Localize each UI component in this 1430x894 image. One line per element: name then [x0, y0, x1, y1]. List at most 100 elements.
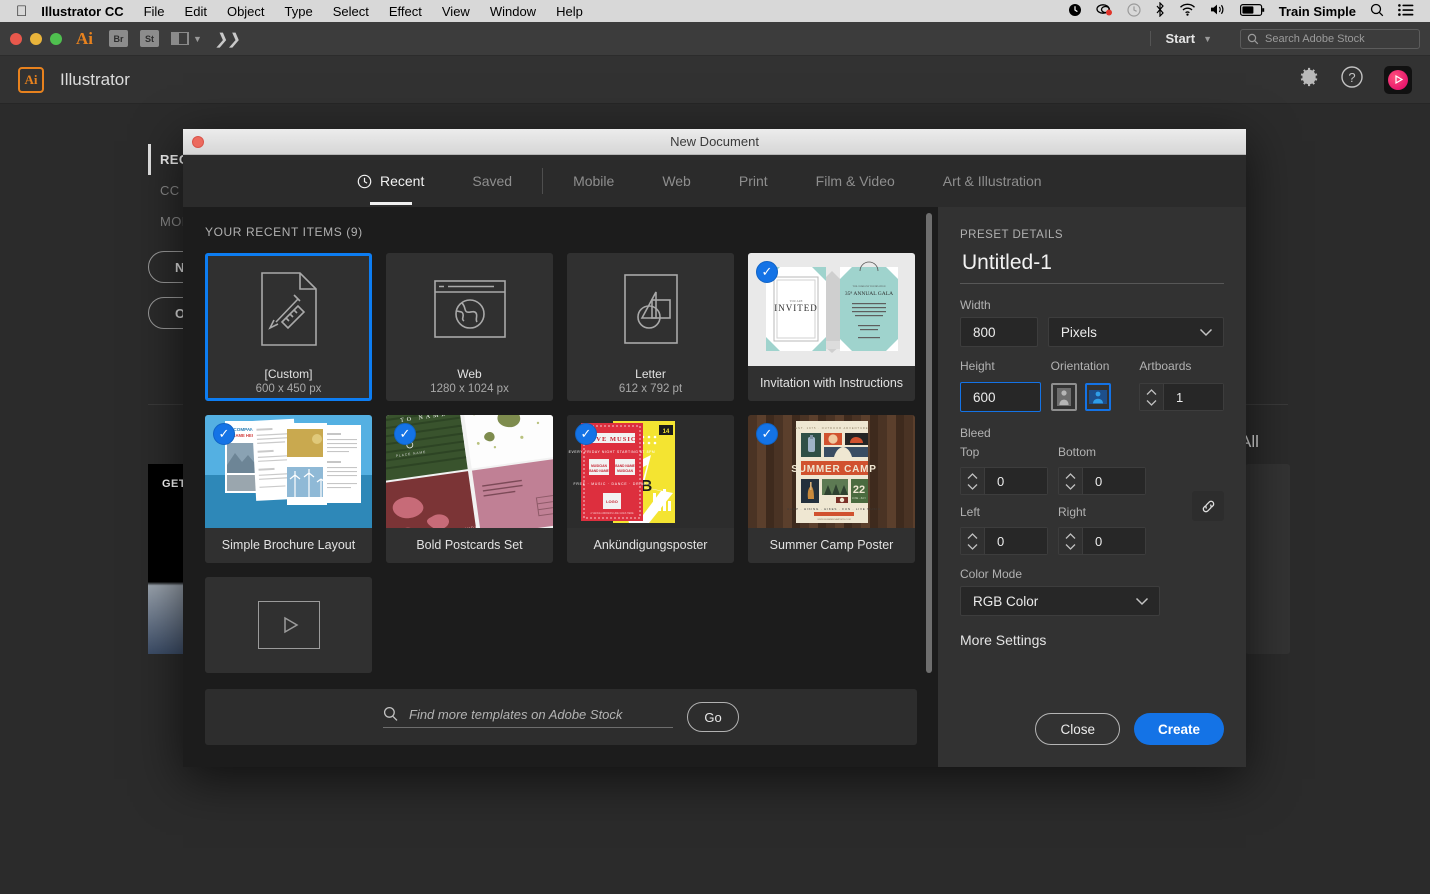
bleed-right-stepper[interactable]: 0: [1058, 527, 1146, 555]
stock-search-go-button[interactable]: Go: [687, 702, 739, 732]
artboards-label: Artboards: [1139, 359, 1224, 373]
menubar-app-name[interactable]: Illustrator CC: [41, 4, 123, 19]
menu-view[interactable]: View: [442, 4, 470, 19]
tab-mobile[interactable]: Mobile: [549, 155, 638, 207]
volume-icon[interactable]: [1210, 3, 1226, 19]
template-card-posters[interactable]: ✓ E IMB: [567, 415, 734, 563]
illustrator-logo-icon: Ai: [18, 67, 44, 93]
menu-select[interactable]: Select: [333, 4, 369, 19]
background-card-right[interactable]: [1245, 464, 1290, 654]
template-card-postcards[interactable]: ✓ TO NAME PLACE NAME: [386, 415, 553, 563]
stepper-arrows-icon[interactable]: [1058, 467, 1082, 495]
menu-object[interactable]: Object: [227, 4, 265, 19]
bleed-bottom-value[interactable]: 0: [1082, 467, 1146, 495]
preset-card-web[interactable]: Web 1280 x 1024 px: [386, 253, 553, 401]
bleed-group: Top Bottom 0: [960, 445, 1224, 567]
template-checked-icon: ✓: [394, 423, 416, 445]
minimize-window-button[interactable]: [30, 33, 42, 45]
bluetooth-icon[interactable]: [1155, 2, 1165, 20]
svg-text:SUMMER CAMP: SUMMER CAMP: [791, 464, 876, 475]
svg-text:A VENUE ADDRESS LINE GOES HERE: A VENUE ADDRESS LINE GOES HERE: [590, 512, 634, 515]
menu-effect[interactable]: Effect: [389, 4, 422, 19]
arrange-documents-icon[interactable]: ▼: [171, 32, 202, 45]
window-traffic-lights[interactable]: [10, 33, 62, 45]
template-card-invitation[interactable]: ✓ INVITED YOU ARE: [748, 253, 915, 401]
workspace-switcher-button[interactable]: Start ▼: [1150, 31, 1226, 46]
macos-menu-bar:  Illustrator CC File Edit Object Type S…: [0, 0, 1430, 22]
recent-items-panel: YOUR RECENT ITEMS (9): [183, 207, 938, 767]
tab-print[interactable]: Print: [715, 155, 792, 207]
preset-card-letter[interactable]: Letter 612 x 792 pt: [567, 253, 734, 401]
adobe-stock-search[interactable]: Search Adobe Stock: [1240, 29, 1420, 49]
menubar-user-name[interactable]: Train Simple: [1279, 4, 1356, 19]
svg-text:FREE · MUSIC · DANCE · DRINKS: FREE · MUSIC · DANCE · DRINKS: [574, 482, 651, 486]
orientation-portrait-icon[interactable]: [1051, 383, 1077, 411]
svg-text:JUNE - JULY: JUNE - JULY: [852, 497, 866, 500]
width-input[interactable]: 800: [960, 317, 1038, 347]
adobe-stock-template-search[interactable]: Find more templates on Adobe Stock Go: [205, 689, 917, 745]
menu-type[interactable]: Type: [285, 4, 313, 19]
tab-art-illustration[interactable]: Art & Illustration: [919, 155, 1066, 207]
scrollbar-thumb[interactable]: [926, 213, 932, 673]
menu-edit[interactable]: Edit: [185, 4, 207, 19]
color-mode-select[interactable]: RGB Color: [960, 586, 1160, 616]
cc-sync-icon[interactable]: [1096, 3, 1113, 20]
cc-play-badge-icon[interactable]: [1384, 66, 1412, 94]
battery-icon[interactable]: [1240, 4, 1265, 19]
recent-items-scrollbar[interactable]: [926, 213, 932, 761]
preset-card-letter-name: Letter: [567, 365, 734, 381]
bleed-label: Bleed: [960, 426, 1224, 440]
svg-text:BAND NAME: BAND NAME: [615, 464, 634, 468]
tab-web[interactable]: Web: [638, 155, 715, 207]
template-card-brochure[interactable]: ✓ COMPANY NAME HERE: [205, 415, 372, 563]
video-tile[interactable]: [205, 577, 372, 673]
artboards-value[interactable]: 1: [1163, 383, 1224, 411]
bleed-bottom-stepper[interactable]: 0: [1058, 467, 1146, 495]
menu-file[interactable]: File: [144, 4, 165, 19]
tab-mobile-label: Mobile: [573, 173, 614, 189]
control-center-icon[interactable]: [1398, 4, 1414, 19]
stepper-arrows-icon[interactable]: [960, 527, 984, 555]
units-select[interactable]: Pixels: [1048, 317, 1224, 347]
bleed-top-stepper[interactable]: 0: [960, 467, 1048, 495]
height-input[interactable]: 600: [960, 382, 1041, 412]
link-chain-icon[interactable]: [1192, 491, 1224, 521]
stepper-arrows-icon[interactable]: [1058, 527, 1082, 555]
tab-recent[interactable]: Recent: [333, 155, 448, 207]
close-button[interactable]: Close: [1035, 713, 1120, 745]
artboards-stepper[interactable]: 1: [1139, 383, 1224, 411]
zoom-window-button[interactable]: [50, 33, 62, 45]
time-machine-icon[interactable]: [1127, 3, 1141, 20]
create-button[interactable]: Create: [1134, 713, 1224, 745]
spotlight-search-icon[interactable]: [1370, 3, 1384, 20]
more-settings-button[interactable]: More Settings: [960, 632, 1224, 648]
help-icon[interactable]: ?: [1340, 65, 1364, 94]
tab-film-video[interactable]: Film & Video: [792, 155, 919, 207]
apple-icon[interactable]: : [16, 4, 27, 19]
stepper-arrows-icon[interactable]: [1139, 383, 1163, 411]
stock-search-field[interactable]: Find more templates on Adobe Stock: [383, 706, 673, 728]
preset-card-custom[interactable]: [Custom] 600 x 450 px: [205, 253, 372, 401]
stepper-arrows-icon[interactable]: [960, 467, 984, 495]
close-window-button[interactable]: [10, 33, 22, 45]
wifi-icon[interactable]: [1179, 3, 1196, 19]
svg-text:MUSICIAN: MUSICIAN: [591, 464, 607, 468]
stock-button[interactable]: St: [140, 30, 159, 47]
bleed-left-stepper[interactable]: 0: [960, 527, 1048, 555]
orientation-landscape-icon[interactable]: [1085, 383, 1111, 411]
bleed-right-value[interactable]: 0: [1082, 527, 1146, 555]
svg-text:EVERY FRIDAY NIGHT STARTING AT: EVERY FRIDAY NIGHT STARTING AT 8PM: [569, 450, 656, 454]
behance-swoosh-icon[interactable]: ❯❯: [214, 30, 243, 48]
menu-help[interactable]: Help: [556, 4, 583, 19]
bridge-button[interactable]: Br: [109, 30, 128, 47]
orientation-label: Orientation: [1051, 359, 1130, 373]
document-name-input[interactable]: Untitled-1: [960, 241, 1224, 284]
tab-saved[interactable]: Saved: [448, 155, 536, 207]
clock-fill-icon[interactable]: [1068, 3, 1082, 20]
gear-icon[interactable]: [1298, 66, 1320, 93]
bleed-top-value[interactable]: 0: [984, 467, 1048, 495]
template-card-summer-camp[interactable]: ✓ EST. 1975 · OUTDOOR ADVENTURE: [748, 415, 915, 563]
clock-icon: [357, 174, 372, 189]
bleed-left-value[interactable]: 0: [984, 527, 1048, 555]
menu-window[interactable]: Window: [490, 4, 536, 19]
